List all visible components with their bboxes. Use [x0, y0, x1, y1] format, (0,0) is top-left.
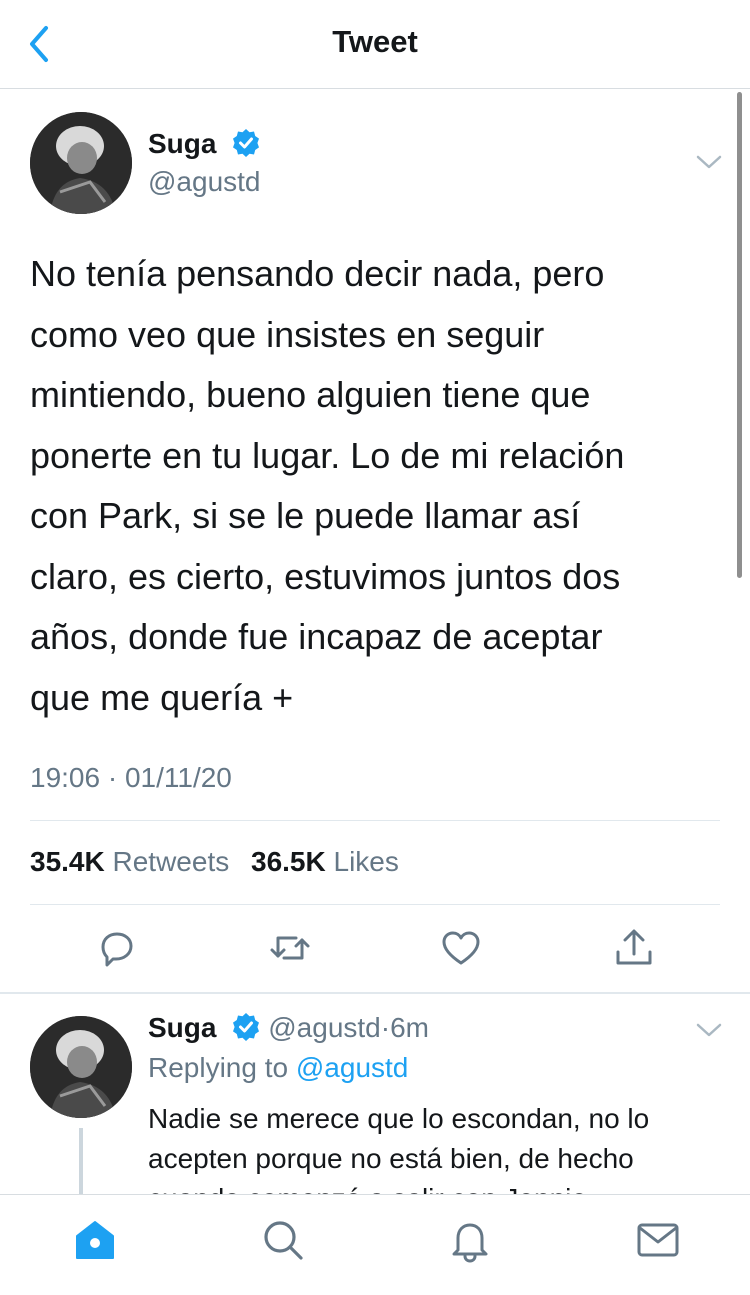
reply-text-line: cuando comenzó a salir con Jennie	[148, 1179, 718, 1195]
likes-stat[interactable]: 36.5K Likes	[251, 846, 413, 877]
reply-time: 6m	[390, 1012, 429, 1043]
tab-messages[interactable]	[634, 1216, 682, 1264]
tweet-stats: 35.4K Retweets 36.5K Likes	[30, 846, 413, 878]
tweet-timestamp: 19:06 · 01/11/20	[30, 762, 232, 793]
bell-icon	[452, 1223, 488, 1263]
more-options-button[interactable]	[694, 152, 724, 172]
tweet-text-line: ponerte en tu lugar. Lo de mi relación	[30, 434, 625, 476]
tab-home[interactable]	[71, 1216, 119, 1264]
replying-to-link[interactable]: @agustd	[296, 1052, 409, 1083]
reply-header: Suga @agustd·6m	[148, 1012, 429, 1044]
tweet-text-line: que me quería +	[30, 676, 294, 718]
separator: ·	[380, 1012, 391, 1043]
likes-count: 36.5K	[251, 846, 326, 877]
reply-text-line: acepten porque no está bien, de hecho	[148, 1143, 634, 1174]
share-icon	[616, 929, 652, 965]
author-name[interactable]: Suga	[148, 128, 260, 160]
reply-button[interactable]	[95, 926, 139, 970]
tweet-text-line: con Park, si se le puede llamar así	[30, 495, 581, 536]
chevron-down-icon	[696, 1023, 722, 1037]
verified-badge-icon	[233, 129, 260, 157]
page-title: Tweet	[332, 24, 418, 59]
author-name-text: Suga	[148, 128, 217, 159]
reply-more-options-button[interactable]	[694, 1020, 724, 1040]
retweets-label: Retweets	[112, 846, 230, 877]
tweet-text-line: No tenía pensando decir nada, pero	[30, 253, 605, 294]
mail-icon	[637, 1223, 679, 1257]
scrollbar[interactable]	[737, 92, 742, 578]
chevron-down-icon	[696, 155, 722, 169]
retweet-icon	[270, 936, 310, 960]
divider	[30, 904, 720, 905]
reply-text-line: Nadie se merece que lo escondan, no lo	[148, 1103, 650, 1134]
reply-text: Nadie se merece que lo escondan, no lo a…	[148, 1099, 718, 1195]
share-button[interactable]	[612, 926, 656, 970]
retweets-count: 35.4K	[30, 846, 105, 877]
author-handle[interactable]: @agustd	[148, 166, 261, 198]
search-icon	[264, 1221, 303, 1260]
replying-to-prefix: Replying to	[148, 1052, 289, 1083]
replying-to: Replying to @agustd	[148, 1052, 408, 1084]
reply-text-clip: Nadie se merece que lo escondan, no lo a…	[0, 1092, 750, 1195]
tweet-text-line: como veo que insistes en seguir	[30, 313, 545, 355]
divider	[30, 820, 720, 821]
reply-icon	[101, 932, 133, 967]
home-icon	[76, 1221, 114, 1259]
tweet-text-line: mintiendo, bueno alguien tiene que	[30, 374, 591, 415]
tab-notifications[interactable]	[446, 1216, 494, 1264]
tweet-text-line: años, donde fue incapaz de aceptar	[30, 616, 603, 657]
avatar[interactable]	[30, 112, 132, 214]
tweet-text: No tenía pensando decir nada, pero como …	[30, 244, 720, 728]
retweets-stat[interactable]: 35.4K Retweets	[30, 846, 243, 877]
verified-badge-icon	[233, 1013, 260, 1041]
reply-author-handle[interactable]: @agustd	[268, 1012, 381, 1043]
tweet-text-line: claro, es cierto, estuvimos juntos dos	[30, 555, 621, 597]
reply-author-name[interactable]: Suga	[148, 1012, 216, 1043]
heart-icon	[442, 931, 480, 965]
like-button[interactable]	[439, 926, 483, 970]
likes-label: Likes	[333, 846, 399, 877]
tab-search[interactable]	[259, 1216, 307, 1264]
retweet-button[interactable]	[268, 926, 312, 970]
section-divider	[0, 992, 750, 994]
